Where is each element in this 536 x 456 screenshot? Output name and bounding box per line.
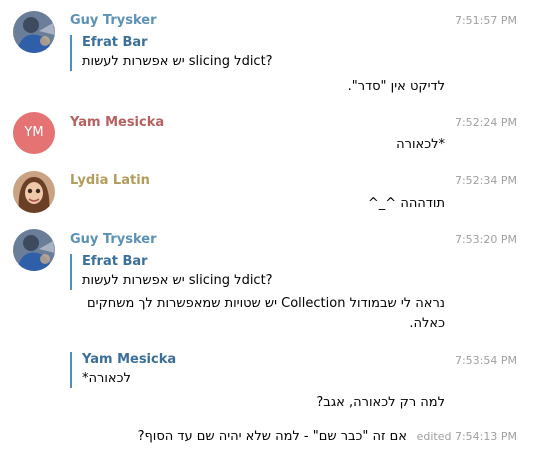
author-name[interactable]: Guy Trysker bbox=[70, 232, 157, 247]
reply-quote[interactable]: Efrat Bar יש אפשרות לעשות slicing לdict? bbox=[70, 35, 447, 71]
reply-author: Efrat Bar bbox=[82, 254, 148, 269]
reply-author: Efrat Bar bbox=[82, 35, 148, 50]
message-timestamp: 7:53:20 PM bbox=[454, 233, 517, 246]
message-timestamp: 7:52:34 PM bbox=[454, 174, 517, 187]
reply-quote[interactable]: Yam Mesicka *לכאורה bbox=[70, 352, 447, 388]
message-text: למה רק לכאורה, אגב? bbox=[316, 395, 445, 410]
message-text: לדיקט אין "סדר". bbox=[347, 79, 445, 94]
message-text: אם זה "כבר שם" - למה שלא יהיה שם עד הסוף… bbox=[137, 429, 407, 444]
avatar[interactable] bbox=[13, 229, 55, 271]
lydia-avatar-photo-icon bbox=[13, 171, 55, 213]
author-name[interactable]: Lydia Latin bbox=[70, 173, 150, 188]
message-text: *לכאורה bbox=[396, 137, 445, 152]
reply-text: יש אפשרות לעשות slicing לdict? bbox=[82, 273, 273, 288]
message-timestamp: 7:53:54 PM bbox=[454, 354, 517, 367]
reply-quote[interactable]: Efrat Bar יש אפשרות לעשות slicing לdict? bbox=[70, 254, 447, 290]
guy-avatar-photo-icon bbox=[13, 11, 55, 53]
author-name[interactable]: Guy Trysker bbox=[70, 13, 157, 28]
message-timestamp: 7:51:57 PM bbox=[454, 14, 517, 27]
avatar[interactable]: YM bbox=[13, 112, 55, 154]
author-name[interactable]: Yam Mesicka bbox=[70, 115, 164, 130]
reply-author: Yam Mesicka bbox=[82, 352, 177, 367]
message-text: תודההה ^_^ bbox=[367, 196, 445, 211]
avatar[interactable] bbox=[13, 171, 55, 213]
message-timestamp: edited 7:54:13 PM bbox=[416, 430, 517, 443]
reply-text: *לכאורה bbox=[82, 371, 131, 386]
reply-text: יש אפשרות לעשות slicing לdict? bbox=[82, 54, 273, 69]
message-timestamp: 7:52:24 PM bbox=[454, 116, 517, 129]
guy-avatar-photo-icon bbox=[13, 229, 55, 271]
avatar[interactable] bbox=[13, 11, 55, 53]
message-text: נראה לי שבמודול Collection יש שטויות שמא… bbox=[87, 296, 445, 331]
